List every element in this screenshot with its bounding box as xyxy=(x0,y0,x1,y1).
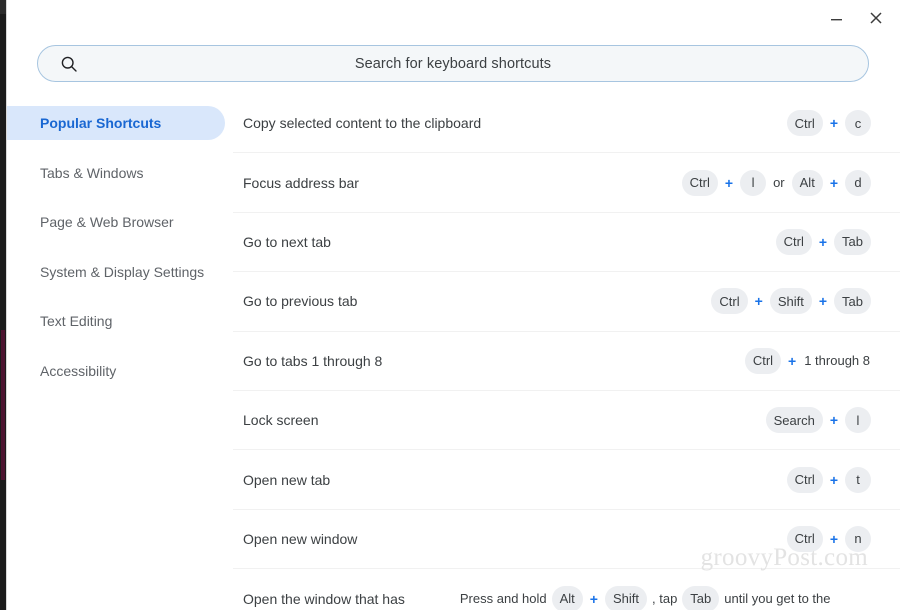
key-cap: l xyxy=(845,407,871,434)
key-cap: Ctrl xyxy=(786,525,823,552)
shortcut-description: Open the window that has xyxy=(243,590,405,607)
close-button[interactable] xyxy=(856,3,896,33)
minimize-button[interactable] xyxy=(816,3,856,33)
shortcut-keys: Search + l xyxy=(764,407,873,434)
key-instruction-text: until you get to the xyxy=(724,591,831,607)
shortcut-description: Open new tab xyxy=(243,471,331,488)
key-cap: Alt xyxy=(551,585,583,610)
shortcuts-list[interactable]: Copy selected content to the clipboard Ct… xyxy=(233,94,900,610)
key-or-separator: or xyxy=(773,175,785,191)
key-plus-separator: + xyxy=(829,115,838,132)
key-plus-separator: + xyxy=(829,530,838,547)
key-cap: Ctrl xyxy=(786,110,823,137)
key-cap: l xyxy=(740,169,767,196)
sidebar-item-text-editing[interactable]: Text Editing xyxy=(7,304,225,338)
shortcut-description: Copy selected content to the clipboard xyxy=(243,115,482,132)
sidebar-item-label: Page & Web Browser xyxy=(40,214,174,230)
key-plus-separator: + xyxy=(724,174,734,191)
key-plus-separator: + xyxy=(829,174,838,191)
key-plus-separator: + xyxy=(818,233,828,250)
shortcut-keys: Ctrl + l or Alt + d xyxy=(680,169,873,196)
key-cap: Ctrl xyxy=(786,466,823,493)
sidebar: Popular Shortcuts Tabs & Windows Page & We… xyxy=(7,94,233,610)
key-plus-separator: + xyxy=(818,293,828,310)
content-area: Popular Shortcuts Tabs & Windows Page & We… xyxy=(7,94,900,610)
shortcut-keys: Ctrl +1 through 8 xyxy=(743,347,873,374)
key-plus-separator: + xyxy=(829,412,838,429)
title-bar xyxy=(7,0,900,36)
key-instruction-text: 1 through 8 xyxy=(804,353,870,369)
desktop-background-accent xyxy=(1,330,5,480)
sidebar-item-label: Text Editing xyxy=(40,313,113,329)
shortcut-description: Go to previous tab xyxy=(243,293,358,310)
shortcut-keys: Ctrl + Shift + Tab xyxy=(709,288,873,315)
sidebar-item-label: Popular Shortcuts xyxy=(40,115,162,131)
shortcut-row[interactable]: Go to tabs 1 through 8 Ctrl +1 through 8 xyxy=(233,332,900,391)
sidebar-item-tabs-windows[interactable]: Tabs & Windows xyxy=(7,156,225,190)
sidebar-item-system-display-settings[interactable]: System & Display Settings xyxy=(7,255,225,289)
key-cap: Ctrl xyxy=(711,288,748,315)
shortcut-row[interactable]: Copy selected content to the clipboard Ct… xyxy=(233,94,900,154)
sidebar-item-label: Accessibility xyxy=(40,362,117,379)
shortcut-description: Focus address bar xyxy=(243,174,359,191)
key-cap: d xyxy=(845,169,871,196)
key-plus-separator: + xyxy=(788,352,797,369)
shortcut-keys: Ctrl + Tab xyxy=(774,228,873,255)
sidebar-item-page-web-browser[interactable]: Page & Web Browser xyxy=(7,205,225,239)
key-cap: Ctrl xyxy=(681,169,718,196)
key-cap: Shift xyxy=(769,288,812,315)
key-cap: Alt xyxy=(791,169,823,196)
shortcut-description: Go to tabs 1 through 8 xyxy=(243,352,383,369)
key-cap: Tab xyxy=(834,288,871,315)
close-icon xyxy=(869,11,883,25)
key-plus-separator: + xyxy=(589,590,598,607)
shortcut-row[interactable]: Open new window Ctrl + n xyxy=(233,510,900,570)
shortcut-description: Open new window xyxy=(243,530,358,547)
key-cap: n xyxy=(845,525,871,552)
key-cap: t xyxy=(845,466,871,493)
shortcut-keys: Ctrl + n xyxy=(785,525,873,552)
shortcut-row[interactable]: Open the window that has Press and hold Al… xyxy=(233,569,900,610)
key-cap: Ctrl xyxy=(775,228,812,255)
sidebar-item-popular-shortcuts[interactable]: Popular Shortcuts xyxy=(7,106,225,140)
keyboard-shortcuts-window: Search for keyboard shortcuts Popular Sh… xyxy=(0,0,900,610)
app-window: Search for keyboard shortcuts Popular Sh… xyxy=(6,0,900,610)
search-icon xyxy=(60,55,78,73)
shortcut-keys: Ctrl + c xyxy=(785,110,873,137)
key-cap: Tab xyxy=(682,585,720,610)
shortcut-keys: Ctrl + t xyxy=(785,466,873,493)
shortcut-description: Go to next tab xyxy=(243,233,331,250)
shortcut-row[interactable]: Open new tab Ctrl + t xyxy=(233,450,900,510)
sidebar-item-label: System & Display Settings xyxy=(40,263,205,280)
window-controls xyxy=(816,0,896,36)
shortcut-row[interactable]: Go to previous tab Ctrl + Shift + Tab xyxy=(233,272,900,332)
search-input[interactable]: Search for keyboard shortcuts xyxy=(37,45,869,82)
shortcut-row[interactable]: Go to next tab Ctrl + Tab xyxy=(233,213,900,273)
key-cap: Shift xyxy=(604,585,647,610)
shortcut-keys: Press and hold Alt + Shift , tap Tab until you… xyxy=(405,585,834,610)
key-plus-separator: + xyxy=(754,293,763,310)
sidebar-item-label: Tabs & Windows xyxy=(40,164,144,181)
key-instruction-text: , tap xyxy=(652,591,678,607)
sidebar-item-accessibility[interactable]: Accessibility xyxy=(7,354,225,388)
key-cap: Tab xyxy=(834,228,871,255)
shortcut-row[interactable]: Lock screen Search + l xyxy=(233,391,900,451)
key-cap: c xyxy=(845,110,871,137)
search-placeholder: Search for keyboard shortcuts xyxy=(354,55,552,72)
minimize-icon xyxy=(830,12,843,25)
key-cap: Ctrl xyxy=(744,347,782,374)
key-plus-separator: + xyxy=(829,471,838,488)
key-cap: Search xyxy=(765,407,823,434)
shortcut-description: Lock screen xyxy=(243,412,319,429)
key-instruction-text: Press and hold xyxy=(459,591,547,607)
shortcut-row[interactable]: Focus address bar Ctrl + l or Alt + d xyxy=(233,153,900,213)
search-bar: Search for keyboard shortcuts xyxy=(37,45,869,82)
